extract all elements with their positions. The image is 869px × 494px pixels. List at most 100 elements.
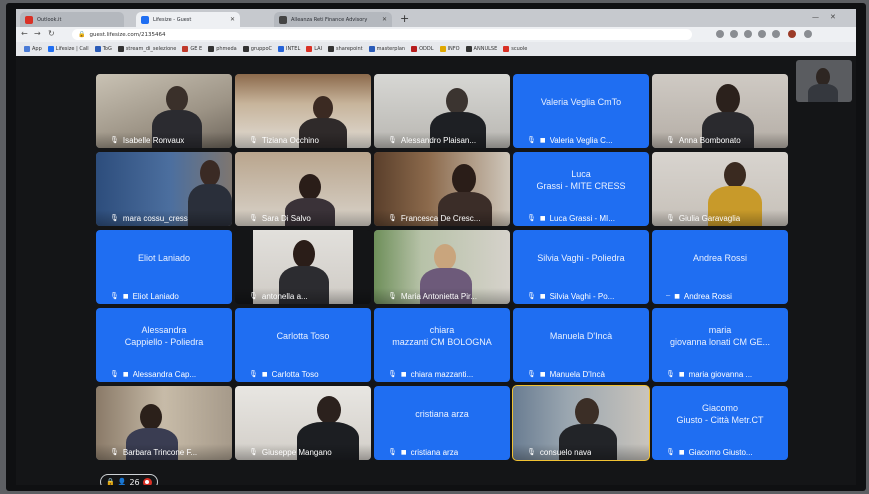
participant-tile[interactable]: 🎙 Anna Bombonato: [652, 74, 788, 148]
bookmark-item[interactable]: scuole: [503, 46, 527, 52]
record-icon[interactable]: [142, 477, 152, 485]
participant-tile[interactable]: 🎙 mara cossu_cress: [96, 152, 232, 226]
participant-tile[interactable]: Silvia Vaghi - Poliedra 🎙 ■ Silvia Vaghi -…: [513, 230, 649, 304]
participant-tile[interactable]: Manuela D'Incà 🎙 ■ Manuela D'Incà: [513, 308, 649, 382]
bookmark-item[interactable]: phmeda: [208, 46, 237, 52]
bookmark-item[interactable]: gruppoC: [242, 46, 272, 52]
bookmark-item[interactable]: stream_di_selezione: [117, 46, 177, 52]
bookmark-item[interactable]: masterplan: [368, 46, 405, 52]
participant-tile[interactable]: maria giovanna lonati CM GE... 🎙 ■ maria g…: [652, 308, 788, 382]
mic-muted-icon: 🎙: [388, 214, 397, 222]
participant-head: [317, 396, 341, 424]
camera-off-icon: ■: [539, 214, 546, 222]
profile-avatar-icon[interactable]: [788, 30, 796, 38]
participant-tile[interactable]: 🎙 Barbara Trincone F...: [96, 386, 232, 460]
participant-name: chiara mazzanti...: [410, 369, 474, 379]
mic-muted-icon: 🎙: [249, 136, 258, 144]
tile-footer: 🎙 ■ Luca Grassi - MI...: [513, 210, 649, 226]
browser-tab-alleanza[interactable]: Alleanza Reti Finance Advisory ✕: [274, 12, 392, 27]
extension-icon[interactable]: [758, 30, 766, 38]
extension-icon[interactable]: [716, 30, 724, 38]
bookmark-apps[interactable]: App: [24, 46, 42, 52]
camera-off-icon: ■: [122, 292, 129, 300]
back-icon[interactable]: ←: [21, 29, 28, 38]
participant-tile[interactable]: Carlotta Toso 🎙 ■ Carlotta Toso: [235, 308, 371, 382]
mic-muted-icon: 🎙: [388, 136, 397, 144]
tile-footer: 🎙 Isabelle Ronvaux: [96, 132, 232, 148]
participant-display-name: Manuela D'Incà: [549, 331, 613, 341]
close-window-icon[interactable]: ✕: [830, 13, 836, 21]
mic-muted-icon: 🎙: [110, 136, 119, 144]
bookmark-item[interactable]: Lifesize | Call: [47, 46, 89, 52]
bookmark-label: stream_di_selezione: [125, 46, 177, 52]
connection-icon: ┈: [666, 292, 671, 300]
new-tab-button[interactable]: +: [400, 12, 409, 25]
bookmark-icon: [465, 46, 472, 52]
bookmark-label: INTEL: [286, 46, 301, 52]
participant-tile[interactable]: Andrea Rossi ┈ ■ Andrea Rossi: [652, 230, 788, 304]
bookmark-label: LAI: [314, 46, 323, 52]
participant-head: [140, 404, 162, 430]
forward-icon[interactable]: →: [34, 29, 41, 38]
extension-icon[interactable]: [772, 30, 780, 38]
bookmark-item[interactable]: ODDL: [411, 46, 434, 52]
participant-count: 26: [129, 477, 140, 486]
close-tab-icon[interactable]: ✕: [382, 16, 387, 23]
bookmark-item[interactable]: GE E: [182, 46, 202, 52]
mic-muted-icon: 🎙: [666, 136, 675, 144]
close-tab-icon[interactable]: ✕: [230, 16, 235, 23]
address-bar[interactable]: 🔒 guest.lifesize.com/2135464: [72, 29, 692, 40]
camera-off-icon: ■: [261, 370, 268, 378]
bookmark-icon: [439, 46, 446, 52]
participant-tile[interactable]: 🎙 Alessandro Plaisan...: [374, 74, 510, 148]
browser-tab-lifesize[interactable]: Lifesize - Guest ✕: [136, 12, 240, 27]
bookmark-icon: [94, 46, 101, 52]
extension-icon[interactable]: [744, 30, 752, 38]
participant-display-name: cristiana arza: [415, 409, 469, 419]
participant-tile[interactable]: chiara mazzanti CM BOLOGNA 🎙 ■ chiara mazz…: [374, 308, 510, 382]
participant-tile[interactable]: cristiana arza 🎙 ■ cristiana arza: [374, 386, 510, 460]
bookmark-item[interactable]: ToG: [94, 46, 112, 52]
participant-name: Valeria Veglia C...: [549, 135, 613, 145]
bookmark-item[interactable]: LAI: [306, 46, 322, 52]
outlook-favicon-icon: [25, 15, 33, 24]
participant-tile[interactable]: Alessandra Cappiello - Poliedra 🎙 ■ Alessa…: [96, 308, 232, 382]
participant-display-name: Giacomo Giusto - Città Metr.CT: [676, 403, 764, 425]
browser-toolbar: ← → ↻ 🔒 guest.lifesize.com/2135464: [16, 27, 856, 42]
self-view[interactable]: [796, 60, 852, 102]
participant-tile[interactable]: 🎙 Francesca De Cresc...: [374, 152, 510, 226]
participant-tile[interactable]: 🎙 Giulia Garavaglia: [652, 152, 788, 226]
mic-muted-icon: 🎙: [249, 448, 258, 456]
bookmark-label: ODDL: [419, 46, 434, 52]
participant-tile[interactable]: 🎙 antonella a...: [235, 230, 371, 304]
bookmark-label: GE E: [190, 46, 203, 52]
bookmark-label: sharepoint: [336, 46, 363, 52]
bookmark-item[interactable]: INTEL: [278, 46, 300, 52]
menu-icon[interactable]: [804, 30, 812, 38]
participant-tile[interactable]: 🎙 Giuseppe Mangano: [235, 386, 371, 460]
participant-tile[interactable]: Valeria Veglia CmTo 🎙 ■ Valeria Veglia C..…: [513, 74, 649, 148]
bookmark-item[interactable]: INFO: [439, 46, 460, 52]
participant-tile[interactable]: 🎙 Sara Di Salvo: [235, 152, 371, 226]
participant-tile[interactable]: 🎙 Isabelle Ronvaux: [96, 74, 232, 148]
browser-tab-outlook[interactable]: Outlook.it: [20, 12, 124, 27]
bookmark-item[interactable]: ANNULSE: [465, 46, 497, 52]
participant-head: [293, 240, 315, 268]
reload-icon[interactable]: ↻: [48, 29, 55, 38]
participant-counter[interactable]: 🔒 👤 26: [100, 474, 158, 485]
tile-footer: 🎙 antonella a...: [235, 288, 371, 304]
participant-tile-active-speaker[interactable]: 🎙 consuelo nava: [512, 385, 650, 461]
participant-tile[interactable]: 🎙 Tiziana Occhino: [235, 74, 371, 148]
participant-tile[interactable]: Eliot Laniado 🎙 ■ Eliot Laniado: [96, 230, 232, 304]
participant-name: cristiana arza: [410, 447, 459, 457]
bookmark-label: ToG: [102, 46, 112, 52]
participant-name: Eliot Laniado: [132, 291, 179, 301]
participant-tile[interactable]: Luca Grassi - MITE CRESS 🎙 ■ Luca Grassi -…: [513, 152, 649, 226]
minimize-icon[interactable]: —: [812, 13, 819, 21]
participant-tile[interactable]: 🎙 Maria Antonietta Pir...: [374, 230, 510, 304]
participant-tile[interactable]: Giacomo Giusto - Città Metr.CT 🎙 ■ Giacomo…: [652, 386, 788, 460]
extension-icon[interactable]: [730, 30, 738, 38]
bookmark-label: App: [32, 46, 42, 52]
bookmark-item[interactable]: sharepoint: [328, 46, 363, 52]
tile-footer: 🎙 Alessandro Plaisan...: [374, 132, 510, 148]
